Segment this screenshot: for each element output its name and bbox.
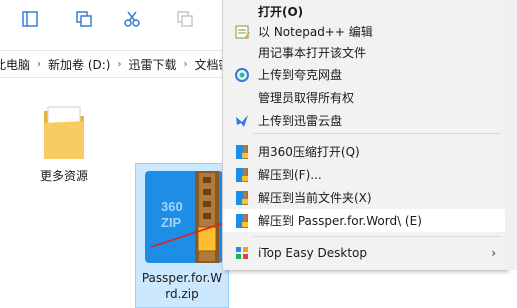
copy-icon[interactable]	[74, 9, 94, 29]
properties-icon[interactable]	[20, 9, 40, 29]
menu-item-label: 以 Notepad++ 编辑	[258, 25, 373, 39]
menu-item-label: 解压到(F)...	[258, 168, 322, 182]
menu-item-extract-to[interactable]: 解压到(F)...	[223, 163, 506, 186]
folder-item[interactable]: Q 更多资源	[24, 97, 104, 184]
breadcrumb-xunlei[interactable]: 迅雷下载	[124, 56, 180, 73]
zip-icon	[236, 213, 248, 228]
menu-separator	[253, 133, 501, 134]
menu-item-notepadpp[interactable]: 以 Notepad++ 编辑	[223, 20, 506, 43]
file-name-line-1: Passper.for.W	[141, 271, 223, 285]
context-menu: 打开(O) 以 Notepad++ 编辑 用记事本打开该文件 上传到夸克网盘 管…	[222, 0, 507, 270]
menu-item-label: 用记事本打开该文件	[258, 46, 367, 60]
scrollbar[interactable]	[505, 0, 517, 270]
menu-item-notepad[interactable]: 用记事本打开该文件	[223, 41, 506, 64]
menu-item-itop-easy-desktop[interactable]: iTop Easy Desktop ›	[223, 241, 506, 264]
menu-item-label: 解压到 Passper.for.Word\ (E)	[258, 214, 422, 228]
menu-item-label: 用360压缩打开(Q)	[258, 145, 360, 159]
menu-item-extract-to-folder[interactable]: 解压到 Passper.for.Word\ (E)	[223, 209, 506, 232]
menu-item-label: 打开(O)	[258, 5, 304, 19]
file-name-line-2: rd.zip	[165, 287, 199, 301]
menu-item-label: 管理员取得所有权	[258, 91, 355, 105]
zip-icon	[236, 190, 248, 205]
menu-item-label: 上传到迅雷云盘	[258, 114, 343, 128]
bird-icon	[236, 114, 248, 127]
menu-item-xunlei-upload[interactable]: 上传到迅雷云盘	[223, 109, 506, 132]
menu-item-label: 解压到当前文件夹(X)	[258, 191, 372, 205]
menu-item-quark-upload[interactable]: 上传到夸克网盘	[223, 63, 506, 86]
chevron-right-icon[interactable]: ›	[181, 59, 191, 70]
chevron-right-icon: ›	[491, 245, 496, 260]
zip-icon	[236, 167, 248, 182]
file-name: 更多资源	[39, 169, 88, 183]
menu-item-extract-here[interactable]: 解压到当前文件夹(X)	[223, 186, 506, 209]
cloud-icon	[235, 67, 249, 82]
menu-item-take-ownership[interactable]: 管理员取得所有权	[223, 86, 506, 109]
notepad-plus-plus-icon	[235, 25, 250, 39]
folder-icon: Q	[44, 106, 84, 159]
grid-icon	[236, 246, 248, 259]
breadcrumb-drive-d[interactable]: 新加卷 (D:)	[44, 56, 114, 73]
breadcrumb-this-pc[interactable]: 此电脑	[0, 56, 34, 73]
chevron-right-icon[interactable]: ›	[34, 59, 44, 70]
zip-icon	[236, 144, 248, 159]
menu-item-open-360zip[interactable]: 用360压缩打开(Q)	[223, 140, 506, 163]
menu-item-label: 上传到夸克网盘	[258, 68, 343, 82]
cut-icon[interactable]	[122, 9, 142, 29]
chevron-right-icon[interactable]: ›	[114, 59, 124, 70]
menu-separator	[253, 236, 501, 237]
menu-item-label: iTop Easy Desktop	[258, 245, 367, 260]
paste-icon[interactable]	[175, 9, 195, 29]
